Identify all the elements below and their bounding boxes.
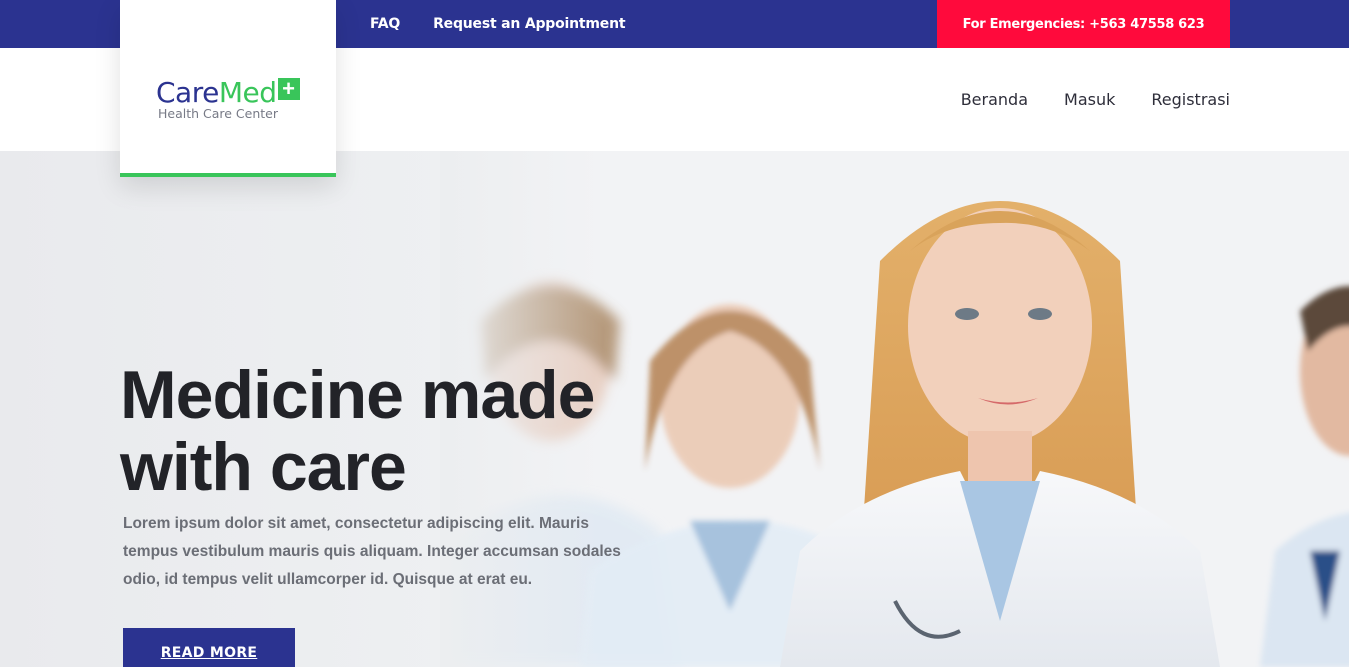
nav-item-beranda[interactable]: Beranda (961, 90, 1028, 109)
logo-med-text: Med (218, 76, 277, 109)
logo[interactable]: Care Med + Health Care Center (120, 0, 336, 177)
logo-care-text: Care (156, 76, 219, 109)
top-links: FAQ Request an Appointment (370, 0, 626, 48)
hero-headline: Medicine made with care (120, 359, 595, 503)
logo-wordmark: Care Med + (156, 76, 300, 109)
nav-item-masuk[interactable]: Masuk (1064, 90, 1115, 109)
headline-line-2: with care (120, 429, 407, 505)
emergency-contact[interactable]: For Emergencies: +563 47558 623 (937, 0, 1230, 48)
plus-icon: + (277, 77, 300, 100)
faq-link[interactable]: FAQ (370, 16, 400, 32)
hero-description: Lorem ipsum dolor sit amet, consectetur … (123, 515, 621, 588)
read-more-button[interactable]: READ MORE (123, 628, 295, 667)
nav-item-registrasi[interactable]: Registrasi (1151, 90, 1230, 109)
hero-section: Medicine made with care Lorem ipsum dolo… (0, 151, 1349, 667)
headline-line-1: Medicine made (120, 357, 595, 433)
request-appointment-link[interactable]: Request an Appointment (433, 16, 625, 32)
logo-subtitle: Health Care Center (158, 106, 279, 121)
main-nav: Beranda Masuk Registrasi (961, 48, 1230, 151)
